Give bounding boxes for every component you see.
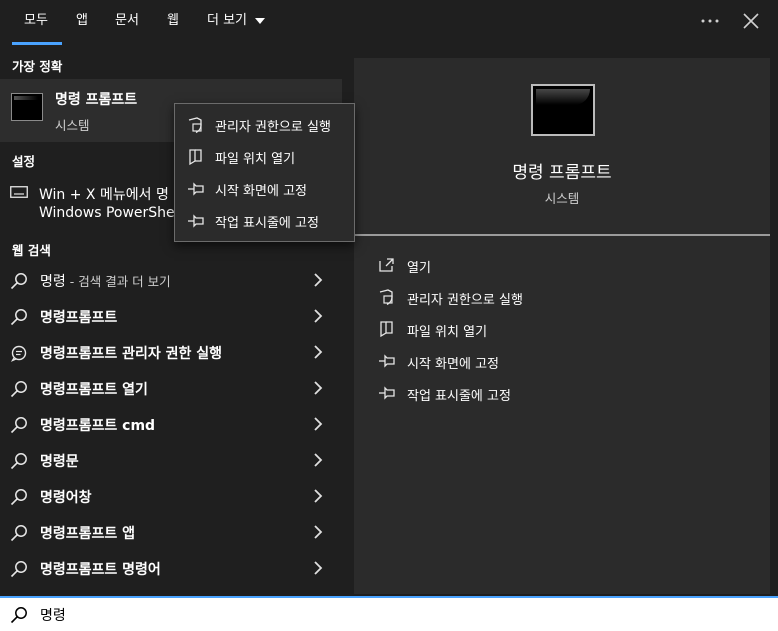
web-result-label: 명령프롬프트 앱: [40, 526, 136, 542]
web-result-label: 명령프롬프트 명령어: [40, 562, 161, 578]
tab-more-label: 더 보기: [207, 13, 248, 28]
command-prompt-app-icon: [531, 84, 595, 136]
search-icon: [10, 524, 28, 542]
best-match-title: 명령 프롬프트: [55, 92, 138, 108]
action-open-file-location-label: 파일 위치 열기: [407, 325, 488, 340]
web-result-item[interactable]: 명령프롬프트 cmd: [0, 407, 342, 443]
web-result-label: 명령: [40, 274, 66, 290]
context-open-file-location-label: 파일 위치 열기: [215, 152, 296, 167]
tab-all[interactable]: 모두: [24, 10, 48, 32]
search-icon: [10, 488, 28, 506]
web-result-label: 명령프롬프트 관리자 권한 실행: [40, 346, 223, 362]
pin-icon: [378, 384, 396, 402]
context-pin-start[interactable]: 시작 화면에 고정: [175, 173, 354, 205]
file-location-icon: [187, 148, 205, 166]
chevron-right-icon: [310, 272, 326, 288]
file-location-icon: [378, 320, 396, 338]
web-result-item[interactable]: 명령 - 검색 결과 더 보기: [0, 263, 342, 299]
tab-more[interactable]: 더 보기: [207, 10, 266, 32]
close-icon[interactable]: [738, 8, 764, 34]
pin-icon: [187, 212, 205, 230]
chevron-right-icon: [310, 560, 326, 576]
web-result-label: 명령프롬프트: [40, 310, 118, 326]
search-input[interactable]: [38, 603, 642, 627]
action-run-as-admin-label: 관리자 권한으로 실행: [407, 293, 523, 308]
context-run-as-admin-label: 관리자 권한으로 실행: [215, 120, 331, 135]
best-match-subtitle: 시스템: [55, 118, 90, 133]
web-result-label: 명령어창: [40, 490, 92, 506]
chevron-down-icon: [255, 17, 266, 24]
web-result-item[interactable]: 명령문: [0, 443, 342, 479]
action-pin-taskbar-label: 작업 표시줄에 고정: [407, 389, 511, 404]
web-result-label: 명령프롬프트 열기: [40, 382, 148, 398]
chevron-right-icon: [310, 452, 326, 468]
web-result-item[interactable]: 명령프롬프트 관리자 권한 실행: [0, 335, 342, 371]
context-run-as-admin[interactable]: 관리자 권한으로 실행: [175, 109, 354, 141]
search-icon: [10, 606, 28, 624]
more-options-icon[interactable]: [697, 8, 723, 34]
web-result-item[interactable]: 명령프롬프트: [0, 299, 342, 335]
tab-web[interactable]: 웹: [167, 10, 179, 32]
search-bar: [0, 596, 778, 631]
shield-icon: [187, 116, 205, 134]
active-tab-indicator: [12, 42, 62, 45]
chevron-right-icon: [310, 488, 326, 504]
search-icon: [10, 380, 28, 398]
search-icon: [10, 308, 28, 326]
keyboard-icon: [10, 186, 28, 198]
settings-item-line1: Win + X 메뉴에서 명: [39, 187, 169, 203]
web-result-item[interactable]: 명령프롬프트 열기: [0, 371, 342, 407]
web-result-item[interactable]: 명령프롬프트 앱: [0, 515, 342, 551]
web-result-sublabel: - 검색 결과 더 보기: [65, 274, 171, 289]
action-pin-start-label: 시작 화면에 고정: [407, 357, 499, 372]
web-result-label: 명령문: [40, 454, 79, 470]
tab-documents[interactable]: 문서: [115, 10, 139, 32]
web-search-header: 웹 검색: [12, 243, 51, 258]
pin-icon: [378, 352, 396, 370]
context-pin-taskbar[interactable]: 작업 표시줄에 고정: [175, 205, 354, 237]
top-tab-bar: 모두 앱 문서 웹 더 보기: [0, 0, 778, 46]
web-result-label: 명령프롬프트 cmd: [40, 418, 156, 434]
preview-title: 명령 프롬프트: [512, 163, 612, 183]
search-icon: [10, 452, 28, 470]
search-icon: [10, 560, 28, 578]
context-open-file-location[interactable]: 파일 위치 열기: [175, 141, 354, 173]
preview-panel: 명령 프롬프트 시스템 열기 관리자 권한으로 실행 파일 위치 열기 시작 화…: [354, 58, 770, 594]
shield-icon: [378, 288, 396, 306]
command-prompt-app-icon: [11, 93, 43, 121]
preview-subtitle: 시스템: [544, 191, 580, 206]
pin-icon: [187, 180, 205, 198]
settings-header: 설정: [12, 154, 36, 169]
tab-apps[interactable]: 앱: [76, 10, 88, 32]
action-open-label: 열기: [407, 261, 431, 276]
chat-bubble-icon: [10, 344, 28, 362]
web-result-item[interactable]: 명령어창: [0, 479, 342, 515]
preview-divider: [354, 234, 770, 236]
chevron-right-icon: [310, 380, 326, 396]
best-match-header: 가장 정확: [12, 59, 63, 74]
chevron-right-icon: [310, 308, 326, 324]
chevron-right-icon: [310, 344, 326, 360]
chevron-right-icon: [310, 524, 326, 540]
search-icon: [10, 272, 28, 290]
context-menu: 관리자 권한으로 실행 파일 위치 열기 시작 화면에 고정 작업 표시줄에 고…: [174, 103, 355, 242]
search-icon: [10, 416, 28, 434]
context-pin-taskbar-label: 작업 표시줄에 고정: [215, 216, 319, 231]
web-result-item[interactable]: 명령프롬프트 명령어: [0, 551, 342, 587]
settings-item-line2: Windows PowerShe: [39, 205, 175, 221]
chevron-right-icon: [310, 416, 326, 432]
open-icon: [378, 256, 396, 274]
context-pin-start-label: 시작 화면에 고정: [215, 184, 307, 199]
